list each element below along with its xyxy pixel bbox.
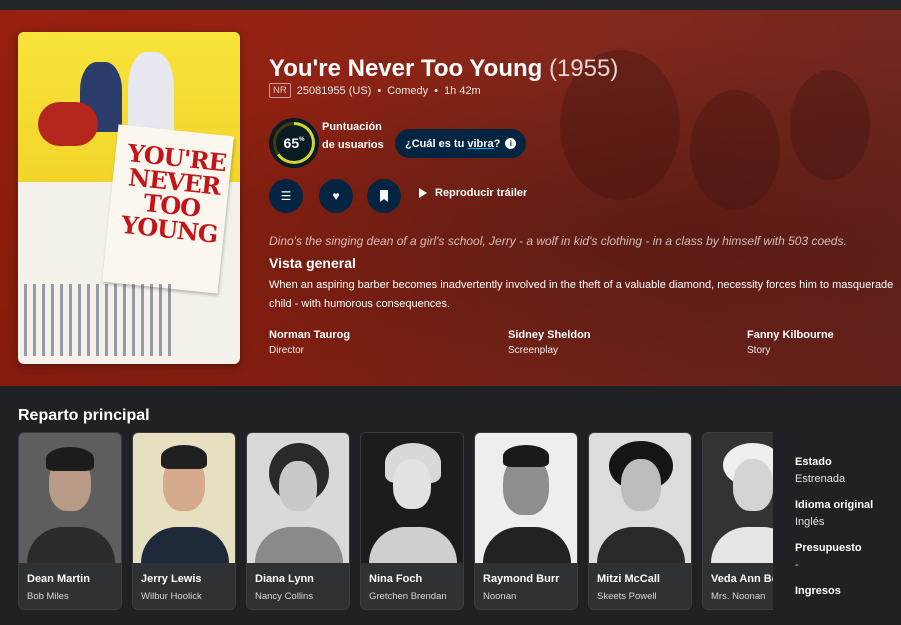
movie-header: YOU'RE NEVER TOO YOUNG You're Never Too … (0, 10, 901, 386)
fact-budget: Presupuesto - (795, 542, 873, 571)
release-date: 25081955 (US) (296, 84, 372, 97)
bookmark-icon (380, 190, 388, 202)
cast-character: Skeets Powell (597, 591, 657, 602)
movie-year: (1955) (548, 55, 619, 82)
cast-name: Diana Lynn (255, 573, 314, 585)
score-label: Puntuación de usuarios (322, 121, 384, 151)
play-icon (419, 188, 427, 198)
crew-role: Screenplay (508, 345, 559, 356)
cast-photo (247, 433, 349, 563)
info-icon: i (505, 138, 517, 149)
fact-label: Ingresos (795, 585, 841, 597)
cast-scroller[interactable]: Dean Martin Bob Miles Jerry Lewis Wilbur… (18, 432, 773, 622)
separator-dot: • (377, 84, 382, 97)
crew-member: Sidney Sheldon Screenplay (508, 329, 591, 356)
play-trailer-label: Reproducir tráiler (435, 187, 528, 199)
fact-label: Idioma original (795, 499, 874, 511)
cast-character: Gretchen Brendan (369, 591, 447, 602)
crew-name[interactable]: Fanny Kilbourne (747, 329, 834, 341)
crew-member: Fanny Kilbourne Story (747, 329, 834, 356)
overview-line: When an aspiring barber becomes inadvert… (269, 279, 894, 291)
list-icon: ☰ (280, 189, 292, 203)
separator-dot: • (434, 84, 439, 97)
cast-card[interactable]: Dean Martin Bob Miles (18, 432, 122, 610)
vibe-label: ¿Cuál es tu vibra? (405, 137, 501, 150)
cast-card[interactable]: Veda Ann Borg Mrs. Noonan (702, 432, 773, 610)
runtime: 1h 42m (444, 84, 481, 97)
crew-name[interactable]: Norman Taurog (269, 329, 350, 341)
movie-facts: NR 25081955 (US) • Comedy • 1h 42m (269, 83, 481, 98)
overview-text: When an aspiring barber becomes inadvert… (269, 276, 901, 314)
cast-name: Mitzi McCall (597, 573, 660, 585)
movie-poster[interactable]: YOU'RE NEVER TOO YOUNG (18, 32, 240, 364)
heart-icon: ♥ (332, 189, 340, 203)
certification-badge: NR (269, 83, 291, 98)
cast-photo (589, 433, 691, 563)
fact-status: Estado Estrenada (795, 456, 873, 485)
poster-dancers (24, 284, 174, 356)
cast-name: Veda Ann Borg (711, 573, 773, 585)
facts-sidebar: Estado Estrenada Idioma original Inglés … (795, 456, 873, 611)
add-to-list-button[interactable]: ☰ (269, 179, 303, 213)
genre-link[interactable]: Comedy (387, 85, 428, 97)
crew-member: Norman Taurog Director (269, 329, 350, 356)
cast-character: Nancy Collins (255, 591, 314, 602)
poster-title-art: YOU'RE NEVER TOO YOUNG (119, 138, 228, 249)
cast-heading: Reparto principal (18, 407, 150, 424)
cast-character: Noonan (483, 591, 517, 602)
cast-name: Nina Foch (369, 573, 423, 585)
score-value: 65% (283, 135, 305, 151)
play-trailer-button[interactable]: Reproducir tráiler (419, 187, 527, 199)
cast-card[interactable]: Mitzi McCall Skeets Powell (588, 432, 692, 610)
cast-card[interactable]: Nina Foch Gretchen Brendan (360, 432, 464, 610)
movie-title: You're Never Too Young (1955) (269, 55, 618, 83)
crew-name[interactable]: Sidney Sheldon (508, 329, 591, 341)
crew-role: Story (747, 345, 771, 356)
movie-title-text: You're Never Too Young (269, 55, 543, 82)
cast-photo (133, 433, 235, 563)
vibe-button[interactable]: ¿Cuál es tu vibra? i (395, 129, 527, 158)
cast-card[interactable]: Jerry Lewis Wilbur Hoolick (132, 432, 236, 610)
watchlist-button[interactable] (367, 179, 401, 213)
backdrop-figure (690, 90, 780, 210)
cast-photo (19, 433, 121, 563)
tagline: Dino's the singing dean of a girl's scho… (269, 234, 847, 248)
cast-name: Jerry Lewis (141, 573, 202, 585)
top-bar (0, 0, 901, 10)
fact-revenue: Ingresos (795, 585, 873, 597)
fact-value: Inglés (795, 516, 825, 528)
cast-photo (475, 433, 577, 563)
cast-character: Mrs. Noonan (711, 591, 766, 602)
overview-heading: Vista general (269, 255, 356, 271)
crew-role: Director (269, 345, 305, 356)
cast-card[interactable]: Diana Lynn Nancy Collins (246, 432, 350, 610)
cast-name: Raymond Burr (483, 573, 560, 585)
overview-line: child - with humorous consequences. (269, 298, 450, 310)
cast-character: Wilbur Hoolick (141, 591, 202, 602)
poster-figure (38, 102, 98, 146)
cast-photo (703, 433, 773, 563)
cast-character: Bob Miles (27, 591, 69, 602)
fact-label: Presupuesto (795, 542, 862, 554)
cast-photo (361, 433, 463, 563)
cast-card[interactable]: Raymond Burr Noonan (474, 432, 578, 610)
fact-value: - (795, 559, 799, 571)
backdrop-figure (790, 70, 870, 180)
fact-label: Estado (795, 456, 832, 468)
cast-name: Dean Martin (27, 573, 90, 585)
user-score-chart[interactable]: 65% (269, 118, 319, 168)
favorite-button[interactable]: ♥ (319, 179, 353, 213)
fact-original-language: Idioma original Inglés (795, 499, 873, 528)
fact-value: Estrenada (795, 473, 846, 485)
